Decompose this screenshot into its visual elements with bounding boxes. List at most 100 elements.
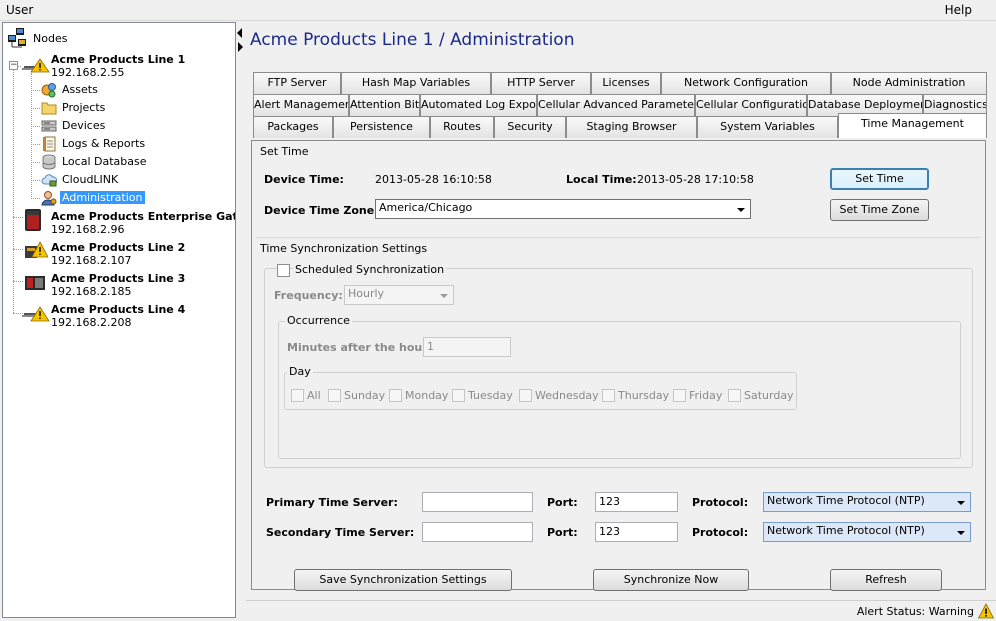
secondary-server-input[interactable] xyxy=(422,522,533,542)
primary-server-input[interactable] xyxy=(422,492,533,512)
tab-staging-browser[interactable]: Staging Browser xyxy=(566,116,697,138)
tab-security[interactable]: Security xyxy=(494,116,566,138)
node-ip: 192.168.2.96 xyxy=(51,223,125,236)
node-name: Acme Products Enterprise Gatew xyxy=(51,210,236,223)
warning-icon xyxy=(978,603,994,619)
day-label-thursday: Thursday xyxy=(618,389,670,402)
collapse-left-icon[interactable] xyxy=(237,28,242,38)
tab-network-configuration[interactable]: Network Configuration xyxy=(661,72,831,94)
tab-ftp-server[interactable]: FTP Server xyxy=(253,72,341,94)
tab-node-administration[interactable]: Node Administration xyxy=(831,72,987,94)
secondary-protocol-label: Protocol: xyxy=(692,526,749,539)
tab-cellular-advanced-parameters[interactable]: Cellular Advanced Parameters xyxy=(537,94,695,116)
node-line3-icon xyxy=(24,272,48,292)
device-timezone-select[interactable]: America/Chicago xyxy=(375,199,751,219)
collapse-toggle[interactable]: − xyxy=(9,61,18,70)
menu-user[interactable]: User xyxy=(6,3,33,17)
day-label-saturday: Saturday xyxy=(744,389,794,402)
primary-protocol-label: Protocol: xyxy=(692,496,749,509)
logs-icon xyxy=(43,136,56,152)
chevron-down-icon xyxy=(957,501,965,505)
devices-icon xyxy=(41,120,57,132)
tree-line xyxy=(13,67,14,313)
tab-attention-bit[interactable]: Attention Bit xyxy=(349,94,420,116)
tree-line xyxy=(13,281,23,282)
main-content: Acme Products Line 1 / Administration FT… xyxy=(246,22,994,621)
tab-licenses[interactable]: Licenses xyxy=(591,72,661,94)
device-time-value: 2013-05-28 16:10:58 xyxy=(375,173,492,186)
save-sync-settings-button[interactable]: Save Synchronization Settings xyxy=(294,569,512,591)
day-checkbox-thursday[interactable] xyxy=(602,389,615,402)
tab-cellular-configuration[interactable]: Cellular Configuration xyxy=(695,94,807,116)
scheduled-sync-group: Scheduled Synchronization Frequency: Hou… xyxy=(264,263,973,468)
tab-persistence[interactable]: Persistence xyxy=(333,116,430,138)
node-name: Acme Products Line 1 xyxy=(51,53,186,66)
cloud-icon xyxy=(41,174,57,187)
secondary-port-input[interactable]: 123 xyxy=(595,522,678,542)
tab-routes[interactable]: Routes xyxy=(430,116,494,138)
day-checkbox-saturday[interactable] xyxy=(728,389,741,402)
sync-settings-title: Time Synchronization Settings xyxy=(260,242,428,255)
tab-alert-management[interactable]: Alert Management xyxy=(253,94,349,116)
time-management-panel: Set Time Device Time: 2013-05-28 16:10:5… xyxy=(251,140,986,591)
tab-hash-map-variables[interactable]: Hash Map Variables xyxy=(341,72,491,94)
nodes-icon xyxy=(8,28,26,48)
tree-item-label: Devices xyxy=(62,119,106,132)
tab-automated-log-export[interactable]: Automated Log Export xyxy=(420,94,537,116)
menu-bar: User Help xyxy=(0,0,996,21)
node-tree[interactable]: Nodes − Acme Products Line 1 192.168.2.5… xyxy=(2,22,236,618)
tab-system-variables[interactable]: System Variables xyxy=(697,116,838,138)
secondary-protocol-select[interactable]: Network Time Protocol (NTP) xyxy=(763,522,971,542)
frequency-select[interactable]: Hourly xyxy=(344,285,454,305)
day-checkbox-sunday[interactable] xyxy=(328,389,341,402)
secondary-protocol-value: Network Time Protocol (NTP) xyxy=(767,524,925,537)
set-time-button[interactable]: Set Time xyxy=(830,168,929,190)
admin-user-icon xyxy=(41,191,57,206)
node-gateway-icon xyxy=(23,208,47,232)
tab-http-server[interactable]: HTTP Server xyxy=(491,72,591,94)
status-bar: Alert Status: Warning xyxy=(246,600,996,621)
set-time-group: Set Time Device Time: 2013-05-28 16:10:5… xyxy=(256,145,981,237)
assets-icon xyxy=(41,83,56,98)
tree-item-label: Administration xyxy=(60,191,145,204)
node-ip: 192.168.2.208 xyxy=(51,316,132,329)
tree-line xyxy=(31,126,40,127)
day-checkbox-friday[interactable] xyxy=(673,389,686,402)
scheduled-sync-checkbox[interactable] xyxy=(277,264,290,277)
primary-server-label: Primary Time Server: xyxy=(266,496,398,509)
folder-icon xyxy=(41,102,57,115)
pane-splitter[interactable] xyxy=(236,22,244,621)
primary-port-input[interactable]: 123 xyxy=(595,492,678,512)
minutes-after-hour-input[interactable]: 1 xyxy=(423,337,511,357)
menu-help[interactable]: Help xyxy=(945,3,972,17)
section-divider xyxy=(256,237,981,238)
day-group: Day All Sunday Monday Tuesday Wednesday … xyxy=(284,365,797,410)
occurrence-group: Occurrence Minutes after the hour: 1 Day… xyxy=(278,314,961,459)
tab-time-management[interactable]: Time Management xyxy=(838,113,987,138)
primary-protocol-value: Network Time Protocol (NTP) xyxy=(767,494,925,507)
synchronize-now-button[interactable]: Synchronize Now xyxy=(593,569,749,591)
day-checkbox-tuesday[interactable] xyxy=(452,389,465,402)
day-checkbox-monday[interactable] xyxy=(389,389,402,402)
node-ip: 192.168.2.55 xyxy=(51,66,125,79)
day-checkbox-wednesday[interactable] xyxy=(519,389,532,402)
day-label-sunday: Sunday xyxy=(344,389,386,402)
tree-item-label: Assets xyxy=(62,83,98,96)
node-line2-icon xyxy=(24,240,49,260)
day-label-monday: Monday xyxy=(405,389,449,402)
day-checkbox-all[interactable] xyxy=(291,389,304,402)
tree-line xyxy=(31,108,40,109)
device-time-label: Device Time: xyxy=(264,173,344,186)
local-time-label: Local Time: xyxy=(566,173,637,186)
alert-status: Alert Status: Warning xyxy=(856,605,974,618)
node-line4-icon xyxy=(22,306,50,322)
device-timezone-value: America/Chicago xyxy=(379,201,473,214)
set-time-title: Set Time xyxy=(260,145,309,158)
expand-right-icon[interactable] xyxy=(238,42,243,52)
primary-protocol-select[interactable]: Network Time Protocol (NTP) xyxy=(763,492,971,512)
frequency-value: Hourly xyxy=(348,287,385,300)
tab-packages[interactable]: Packages xyxy=(253,116,333,138)
refresh-button[interactable]: Refresh xyxy=(830,569,942,591)
tree-line xyxy=(31,144,40,145)
set-timezone-button[interactable]: Set Time Zone xyxy=(830,199,929,221)
